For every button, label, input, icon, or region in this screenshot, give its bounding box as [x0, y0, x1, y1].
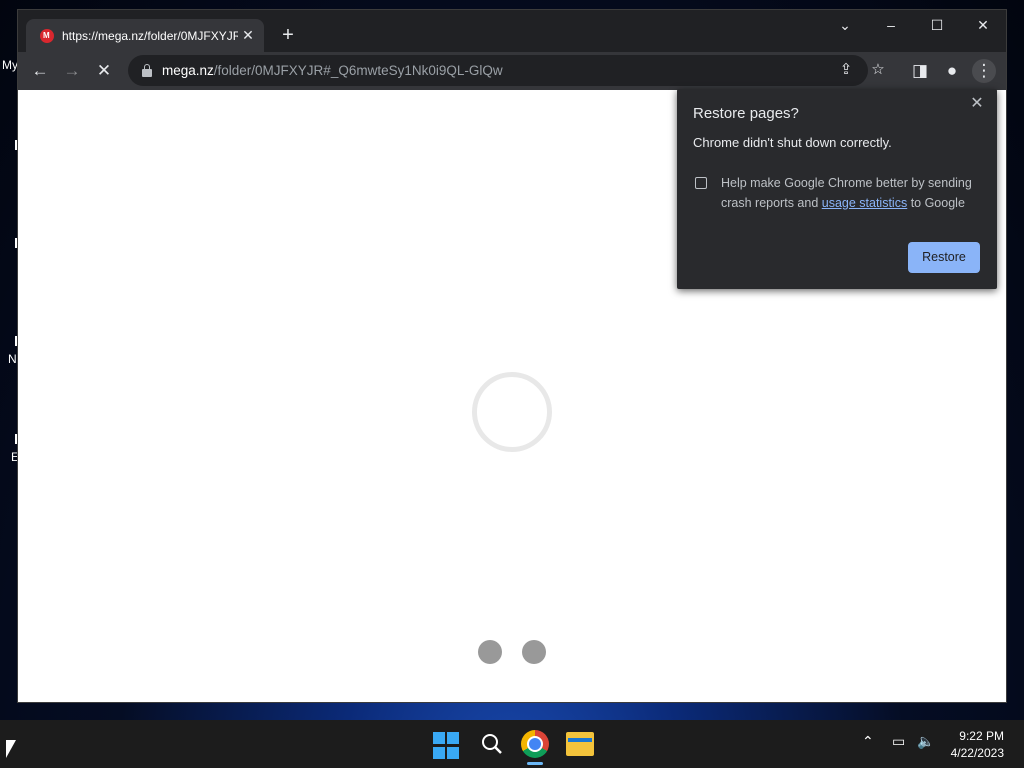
loading-dot [478, 640, 502, 664]
url-path: /folder/0MJFXYJR#_Q6mwteSy1Nk0i9QL-GlQw [213, 63, 503, 78]
minimize-button[interactable]: – [876, 16, 906, 34]
new-tab-button[interactable]: + [276, 23, 300, 47]
chevron-up-icon[interactable]: ⌃ [862, 733, 874, 750]
popup-title: Restore pages? [693, 105, 799, 122]
side-panel-icon[interactable]: ◨ [908, 59, 932, 83]
clock[interactable]: 9:22 PM 4/22/2023 [942, 728, 1004, 762]
network-icon[interactable]: ▭ [892, 733, 905, 750]
mouse-cursor-icon [6, 740, 16, 758]
tab-title: https://mega.nz/folder/0MJFXYJR# [62, 28, 238, 43]
active-app-indicator [527, 762, 543, 765]
chrome-icon[interactable] [521, 730, 549, 758]
help-text-suffix: to Google [907, 196, 965, 210]
address-bar[interactable]: mega.nz/folder/0MJFXYJR#_Q6mwteSy1Nk0i9Q… [128, 55, 885, 86]
profile-icon[interactable]: ● [940, 59, 964, 83]
maximize-button[interactable]: ☐ [922, 16, 952, 34]
clock-time: 9:22 PM [959, 729, 1004, 743]
tab-strip: https://mega.nz/folder/0MJFXYJR# ✕ + ⌄ –… [18, 10, 1006, 52]
close-icon[interactable]: ✕ [967, 93, 987, 113]
active-tab[interactable]: https://mega.nz/folder/0MJFXYJR# ✕ [26, 19, 264, 52]
close-tab-icon[interactable]: ✕ [238, 27, 258, 44]
share-icon[interactable]: ⇪ [834, 58, 858, 82]
stop-loading-icon[interactable]: ✕ [92, 59, 116, 83]
popup-message: Chrome didn't shut down correctly. [693, 135, 892, 150]
file-explorer-icon[interactable] [566, 732, 594, 756]
close-window-button[interactable]: ✕ [968, 16, 998, 34]
usage-stats-checkbox[interactable] [695, 177, 707, 189]
help-text: Help make Google Chrome better by sendin… [721, 173, 983, 213]
url-host: mega.nz [162, 63, 214, 78]
menu-kebab-icon[interactable]: ⋮ [972, 59, 996, 83]
desktop-icon-label: My [2, 58, 18, 72]
tab-search-icon[interactable]: ⌄ [830, 16, 860, 34]
windows-start-icon[interactable] [433, 732, 461, 760]
loading-dot [522, 640, 546, 664]
search-icon[interactable] [478, 730, 506, 758]
restore-button[interactable]: Restore [908, 242, 980, 273]
forward-arrow-icon[interactable]: → [60, 59, 84, 83]
back-arrow-icon[interactable]: ← [28, 59, 52, 83]
desktop-icon-label: N [8, 352, 17, 366]
restore-pages-bubble: Restore pages? ✕ Chrome didn't shut down… [677, 89, 997, 289]
browser-toolbar: ← → ✕ mega.nz/folder/0MJFXYJR#_Q6mwteSy1… [18, 52, 1006, 90]
volume-icon[interactable]: 🔈 [917, 733, 934, 750]
mega-favicon-icon [40, 28, 54, 43]
lock-icon[interactable] [142, 63, 152, 77]
clock-date: 4/22/2023 [950, 746, 1004, 760]
usage-statistics-link[interactable]: usage statistics [822, 196, 907, 210]
taskbar: ⌃ ▭ 🔈 9:22 PM 4/22/2023 [0, 720, 1024, 768]
bookmark-star-icon[interactable]: ☆ [866, 58, 890, 82]
loading-spinner [472, 372, 552, 452]
